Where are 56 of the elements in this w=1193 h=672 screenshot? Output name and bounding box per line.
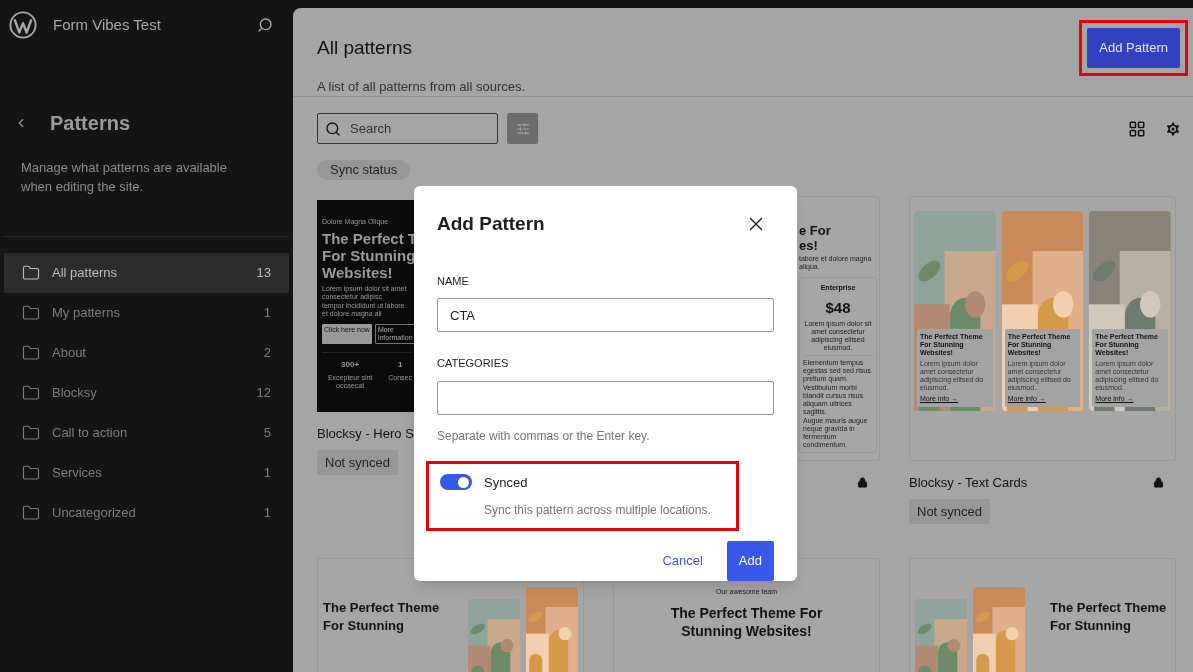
add-pattern-button[interactable]: Add Pattern xyxy=(1087,28,1180,68)
sync-badge: Not synced xyxy=(909,498,991,524)
search-icon[interactable] xyxy=(257,17,273,33)
preview-price: $48 xyxy=(825,298,851,318)
folder-icon xyxy=(22,344,40,362)
logo-icon[interactable] xyxy=(9,11,37,39)
preview-heading: The Perfect Theme For Stunning xyxy=(323,599,441,635)
preview-stat: 1 xyxy=(397,358,403,371)
sidebar-item[interactable]: Services 1 xyxy=(4,453,289,493)
preview-heading: For Stunning xyxy=(322,246,416,264)
preview-heading: Websites! xyxy=(322,263,393,281)
search-icon xyxy=(325,121,341,137)
sidebar-item[interactable]: About 2 xyxy=(4,333,289,373)
pattern-preview[interactable]: The Perfect Theme For Stunning xyxy=(909,558,1176,672)
folder-icon xyxy=(22,384,40,402)
preview-heading: es! xyxy=(799,237,818,253)
folder-icon xyxy=(22,464,40,482)
folder-icon xyxy=(22,304,40,322)
pattern-title[interactable]: Blocksy - Text Cards xyxy=(909,472,1028,493)
sidebar-item[interactable]: Uncategorized 1 xyxy=(4,493,289,533)
settings-icon[interactable] xyxy=(1164,119,1182,138)
site-title[interactable]: Form Vibes Test xyxy=(53,13,241,37)
toggle-help: Sync this pattern across multiple locations. xyxy=(484,502,712,519)
name-field[interactable]: CTA xyxy=(437,298,774,332)
sidebar-description: Manage what patterns are available when editing the site. xyxy=(20,159,228,196)
search-field[interactable]: Search xyxy=(317,113,498,144)
pattern-title[interactable]: Blocksy - Hero S xyxy=(317,423,414,444)
grid-view-icon[interactable] xyxy=(1128,119,1146,138)
lock-icon xyxy=(857,477,868,488)
preview-heading: The Perfect Theme For Stunning xyxy=(1050,599,1168,635)
sidebar-title: Patterns xyxy=(50,111,131,136)
categories-field[interactable] xyxy=(437,380,774,415)
folder-icon xyxy=(22,504,40,522)
page-title: All patterns xyxy=(317,36,414,60)
preview-stat: 300+ xyxy=(341,358,360,371)
lock-icon xyxy=(1153,477,1164,488)
preview-heading: e For xyxy=(799,222,831,238)
sidebar-item[interactable]: My patterns 1 xyxy=(4,293,289,333)
field-help: Separate with commas or the Enter key. xyxy=(437,427,650,445)
sidebar-item[interactable]: Blocksy 12 xyxy=(4,373,289,413)
sidebar-item[interactable]: All patterns 13 xyxy=(4,253,289,293)
toggle-label: Synced xyxy=(484,473,528,492)
sidebar-item[interactable]: Call to action 5 xyxy=(4,413,289,453)
page-subtitle: A list of all patterns from all sources. xyxy=(317,77,526,96)
pattern-preview[interactable] xyxy=(909,195,1176,461)
field-label: NAME xyxy=(437,273,469,289)
preview-heading: The Perfect Theme For Stunning Websites! xyxy=(669,603,824,640)
sync-status-filter[interactable]: Sync status xyxy=(317,160,411,180)
field-label: CATEGORIES xyxy=(437,356,509,371)
sync-badge: Not synced xyxy=(317,449,399,475)
synced-toggle[interactable] xyxy=(440,474,472,491)
folder-icon xyxy=(22,264,40,282)
dialog-title: Add Pattern xyxy=(437,212,545,236)
folder-icon xyxy=(22,424,40,442)
add-button[interactable]: Add xyxy=(726,541,774,581)
filter-icon xyxy=(515,121,530,136)
